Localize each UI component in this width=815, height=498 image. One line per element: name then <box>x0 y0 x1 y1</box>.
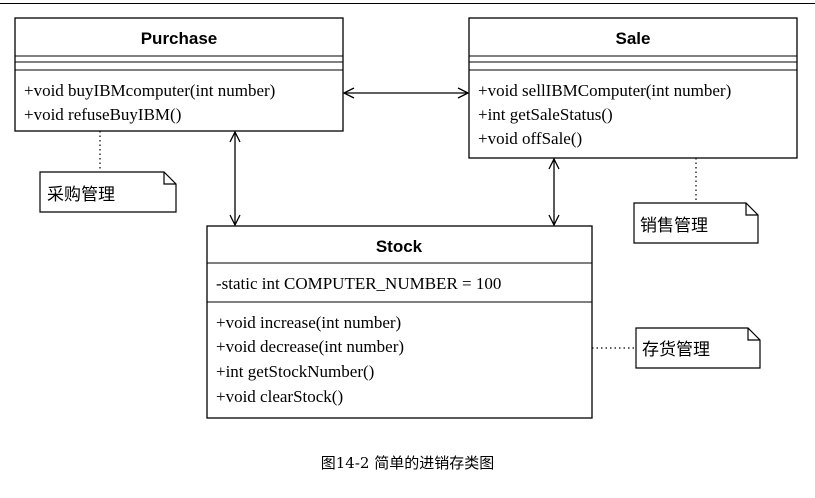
purchase-class-name: Purchase <box>141 29 218 48</box>
sale-method: +void offSale() <box>478 129 582 148</box>
stock-method: +void decrease(int number) <box>216 337 404 356</box>
stock-method: +void clearStock() <box>216 387 343 406</box>
stock-class-name: Stock <box>376 237 423 256</box>
stock-method: +int getStockNumber() <box>216 362 374 381</box>
sale-method: +void sellIBMComputer(int number) <box>478 81 731 100</box>
stock-class[interactable]: Stock -static int COMPUTER_NUMBER = 100 … <box>206 225 593 419</box>
sale-class[interactable]: Sale +void sellIBMComputer(int number) +… <box>468 17 798 159</box>
figure-caption: 图14-2 简单的进销存类图 <box>320 454 495 472</box>
purchase-note[interactable]: 采购管理 <box>39 171 177 213</box>
class-diagram: Purchase +void buyIBMcomputer(int number… <box>14 17 798 419</box>
purchase-method: +void refuseBuyIBM() <box>24 105 181 124</box>
sale-note[interactable]: 销售管理 <box>633 202 759 244</box>
purchase-method: +void buyIBMcomputer(int number) <box>24 81 275 100</box>
stock-note[interactable]: 存货管理 <box>635 327 761 369</box>
purchase-class[interactable]: Purchase +void buyIBMcomputer(int number… <box>14 17 344 132</box>
stock-note-text: 存货管理 <box>642 340 710 360</box>
stock-attribute: -static int COMPUTER_NUMBER = 100 <box>216 274 501 293</box>
purchase-note-text: 采购管理 <box>47 185 115 205</box>
sale-note-text: 销售管理 <box>640 216 708 236</box>
sale-method: +int getSaleStatus() <box>478 105 613 124</box>
sale-class-name: Sale <box>616 29 651 48</box>
stock-method: +void increase(int number) <box>216 313 401 332</box>
